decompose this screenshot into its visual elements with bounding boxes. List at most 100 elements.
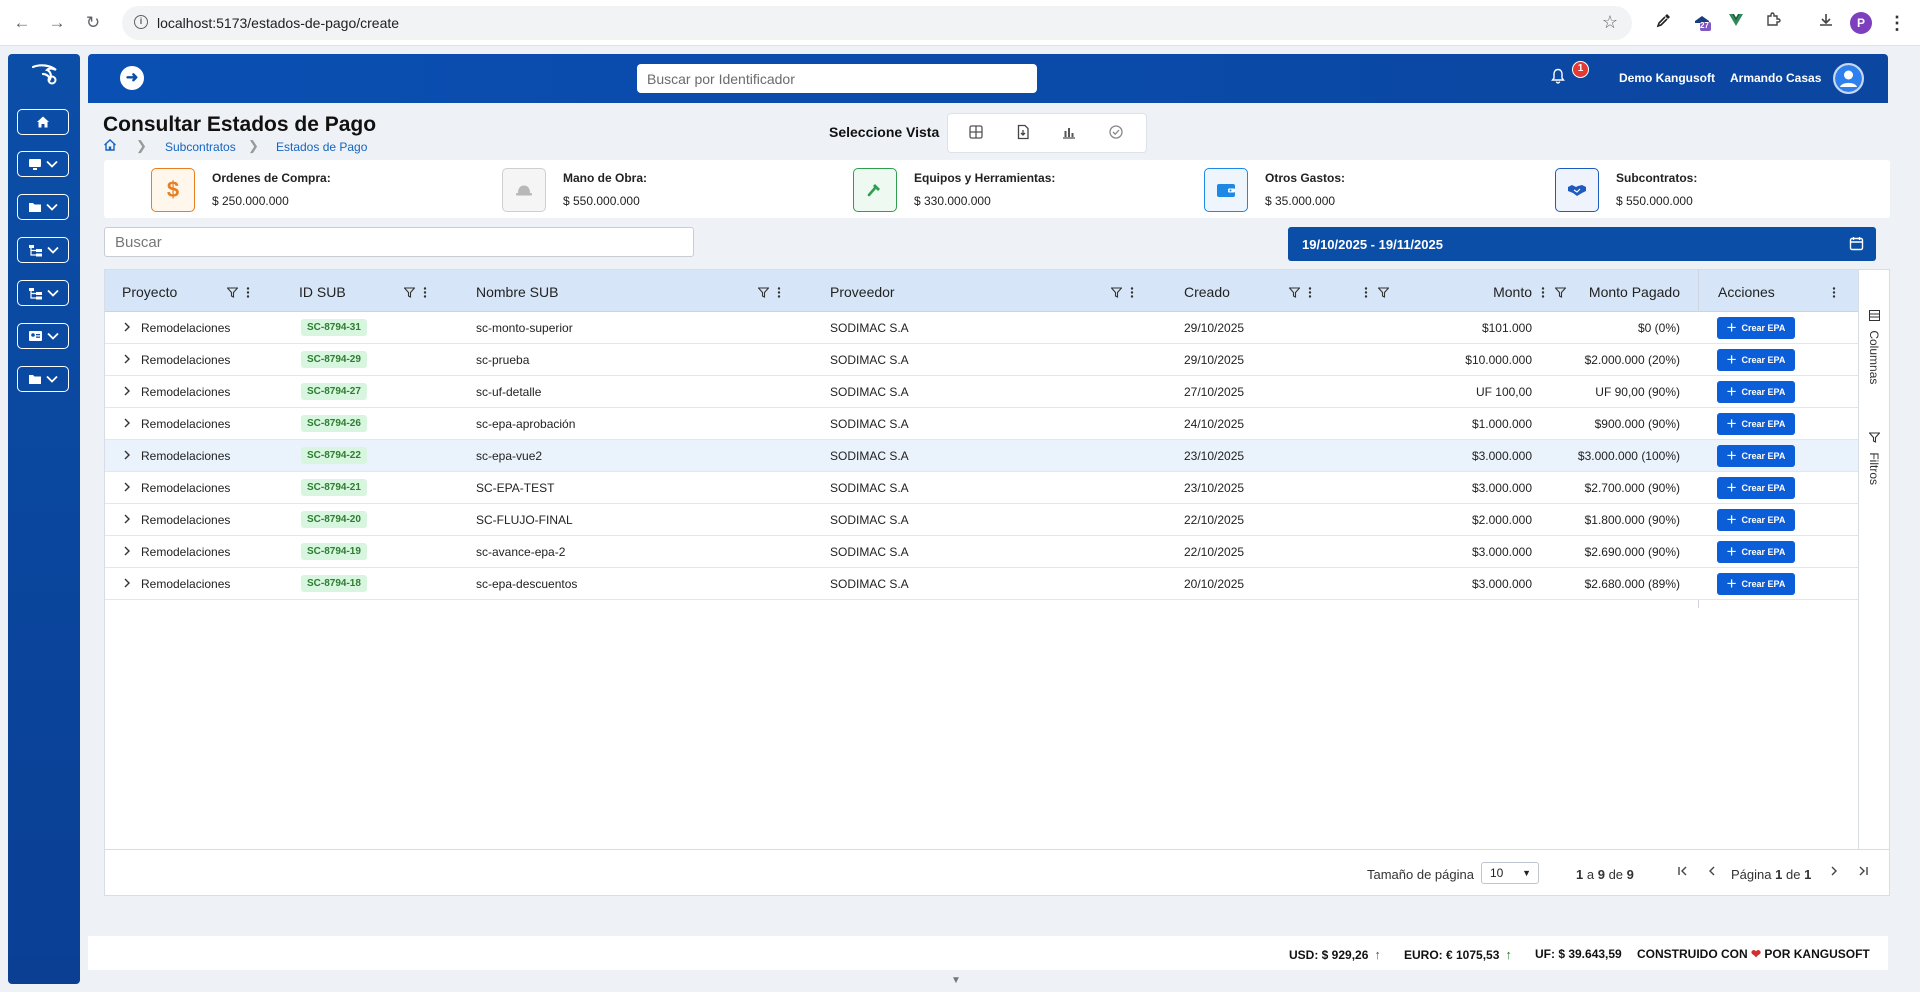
filter-icon[interactable] [1111,287,1122,298]
crear-epa-button[interactable]: + Crear EPA [1717,317,1795,339]
table-row[interactable]: Remodelaciones SC-8794-26 sc-epa-aprobació… [105,408,1858,440]
sidebar-item-subcontracts[interactable] [17,280,69,306]
column-menu-icon[interactable] [1364,287,1368,298]
breadcrumb-subcontratos[interactable]: Subcontratos [165,140,236,154]
crear-epa-button[interactable]: + Crear EPA [1717,349,1795,371]
filter-icon[interactable] [1555,287,1566,298]
chevron-right-icon[interactable] [121,577,133,589]
euro-rate-text: EURO: € 1075,53 [1404,948,1500,962]
chevron-right-icon[interactable] [121,513,133,525]
column-menu-icon[interactable] [423,287,427,298]
crear-epa-button[interactable]: + Crear EPA [1717,381,1795,403]
notification-badge[interactable]: 1 [1572,61,1589,78]
bell-icon[interactable] [1551,68,1565,88]
table-row[interactable]: Remodelaciones SC-8794-27 sc-uf-detalle SOD… [105,376,1858,408]
date-range-picker[interactable]: 19/10/2025 - 19/11/2025 [1288,227,1876,261]
sidebar-item-monitor[interactable] [17,151,69,177]
site-info-icon[interactable]: i [134,15,148,29]
column-header-creado[interactable]: Creado [1184,284,1230,300]
chevron-right-icon[interactable] [121,481,133,493]
crear-epa-button[interactable]: + Crear EPA [1717,509,1795,531]
bar-chart-icon[interactable] [1061,124,1081,144]
forward-arrow-icon[interactable]: → [45,11,69,35]
user-avatar[interactable] [1833,63,1864,94]
crear-epa-button[interactable]: + Crear EPA [1717,413,1795,435]
table-row[interactable]: Remodelaciones SC-8794-18 sc-epa-descuento… [105,568,1858,600]
back-arrow-icon[interactable]: ← [10,11,34,35]
cell-monto: $3.000.000 [1471,577,1532,591]
chevron-right-icon[interactable] [121,321,133,333]
page-size-select[interactable]: 10 ▼ [1481,862,1539,884]
identifier-search-input[interactable] [637,64,1037,93]
sidebar-item-home[interactable] [17,109,69,135]
profile-avatar[interactable]: P [1850,12,1872,34]
filters-panel-tab[interactable]: Filtros [1867,432,1881,485]
chevron-right-icon[interactable] [121,417,133,429]
chevron-right-icon[interactable] [121,545,133,557]
first-page-icon[interactable] [1677,864,1689,880]
grid-view-icon[interactable] [968,124,988,144]
column-menu-icon[interactable] [1308,287,1312,298]
bookmark-star-icon[interactable]: ☆ [1602,12,1618,33]
address-bar[interactable]: i localhost:5173/estados-de-pago/create … [122,6,1632,40]
column-header-proveedor[interactable]: Proveedor [830,284,895,300]
last-page-icon[interactable] [1857,864,1869,880]
crear-epa-button[interactable]: + Crear EPA [1717,573,1795,595]
file-download-icon[interactable] [1015,124,1035,144]
column-header-monto[interactable]: Monto [1459,284,1532,300]
url-text[interactable]: localhost:5173/estados-de-pago/create [157,15,399,31]
sidebar-item-documents[interactable] [17,366,69,392]
crear-epa-button[interactable]: + Crear EPA [1717,541,1795,563]
columns-panel-tab[interactable]: Columnas [1867,310,1881,384]
cell-proveedor: SODIMAC S.A [830,353,909,367]
table-search-input[interactable] [104,227,694,257]
table-row[interactable]: Remodelaciones SC-8794-20 SC-FLUJO-FINAL SO… [105,504,1858,536]
filter-icon[interactable] [1378,287,1389,298]
user-name[interactable]: Armando Casas [1730,71,1821,85]
column-menu-icon[interactable] [1130,287,1134,298]
eyedropper-extension-icon[interactable] [1653,12,1675,34]
browser-menu-icon[interactable]: ⋮ [1886,12,1908,34]
cell-nombre-sub: sc-prueba [476,353,530,367]
table-row[interactable]: Remodelaciones SC-8794-19 sc-avance-epa-2 S… [105,536,1858,568]
filter-icon[interactable] [404,287,415,298]
home-icon[interactable] [103,138,117,155]
extensions-puzzle-icon[interactable] [1762,12,1784,34]
filter-icon[interactable] [227,287,238,298]
extension-badge-icon[interactable]: 27 [1691,12,1713,34]
reload-icon[interactable]: ↻ [81,11,105,35]
toggle-sidebar-arrow-icon[interactable]: ➜ [120,66,144,90]
chevron-right-icon[interactable] [121,385,133,397]
column-menu-icon[interactable] [777,287,781,298]
company-name[interactable]: Demo Kangusoft [1619,71,1715,85]
chevron-right-icon[interactable] [121,353,133,365]
download-icon[interactable] [1815,12,1837,34]
table-row[interactable]: Remodelaciones SC-8794-22 sc-epa-vue2 SODIM… [105,440,1858,472]
filter-icon[interactable] [1289,287,1300,298]
vue-devtools-icon[interactable] [1725,12,1747,34]
column-header-proyecto[interactable]: Proyecto [122,284,177,300]
column-header-acciones[interactable]: Acciones [1718,284,1775,300]
column-header-id-sub[interactable]: ID SUB [299,284,346,300]
column-header-nombre-sub[interactable]: Nombre SUB [476,284,558,300]
column-menu-icon[interactable] [246,287,250,298]
filter-icon[interactable] [758,287,769,298]
table-row[interactable]: Remodelaciones SC-8794-31 sc-monto-superio… [105,312,1858,344]
sidebar-item-folder[interactable] [17,194,69,220]
crear-epa-button[interactable]: + Crear EPA [1717,445,1795,467]
crear-epa-button[interactable]: + Crear EPA [1717,477,1795,499]
column-menu-icon[interactable] [1832,287,1836,298]
table-row[interactable]: Remodelaciones SC-8794-29 sc-prueba SODIMAC… [105,344,1858,376]
column-header-monto-pagado[interactable]: Monto Pagado [1569,284,1680,300]
previous-page-icon[interactable] [1706,864,1718,880]
check-circle-icon[interactable] [1108,124,1128,144]
next-page-icon[interactable] [1828,864,1840,880]
breadcrumb-estados-de-pago[interactable]: Estados de Pago [276,140,367,154]
calendar-icon[interactable] [1849,236,1864,254]
column-menu-icon[interactable] [1541,287,1545,298]
chevron-down-icon[interactable]: ▼ [951,975,961,986]
chevron-right-icon[interactable] [121,449,133,461]
table-row[interactable]: Remodelaciones SC-8794-21 SC-EPA-TEST SODIM… [105,472,1858,504]
sidebar-item-hierarchy[interactable] [17,237,69,263]
sidebar-item-people[interactable] [17,323,69,349]
